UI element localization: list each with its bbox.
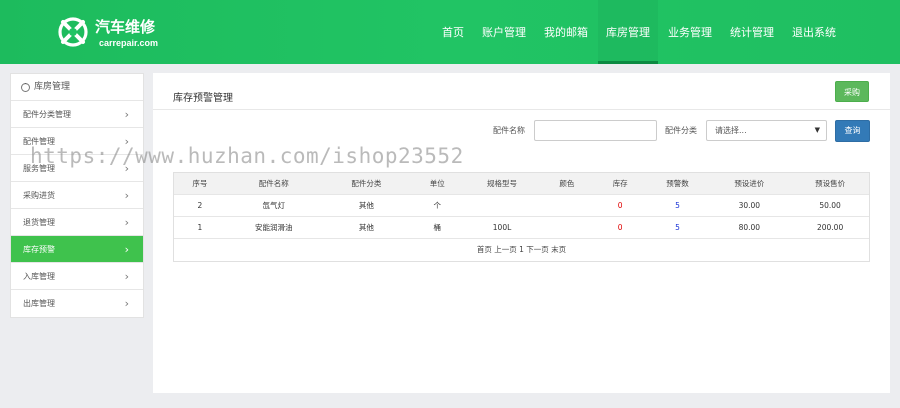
table-cell [541,217,593,238]
sidebar-item-stock-warning[interactable]: 库存预警 › [11,236,143,263]
table-cell: 个 [433,201,441,210]
chevron-right-icon: › [124,108,129,121]
part-category-label: 配件分类 [665,126,697,135]
column-header: 配件分类 [351,179,382,188]
logo-title: 汽车维修 [95,18,156,36]
sidebar-item-returns[interactable]: 退货管理 › [11,209,143,236]
table-cell: 1 [197,223,203,232]
table-cell: 其他 [358,201,374,210]
warning-count-cell: 5 [675,201,680,210]
column-header: 单位 [429,179,445,188]
purchase-button[interactable]: 采购 [835,81,869,102]
main-nav: 首页 账户管理 我的邮箱 库房管理 业务管理 统计管理 退出系统 [433,0,845,64]
divider [153,109,890,110]
sidebar-item-label: 采购进货 [23,191,55,200]
stock-warning-table: 序号 配件名称 配件分类 单位 规格型号 颜色 库存 预警数 预设进价 预设售价… [173,172,870,262]
sidebar-item-label: 入库管理 [23,272,55,281]
column-header: 配件名称 [258,179,289,188]
table-cell: 30.00 [738,201,761,210]
table-cell: 桶 [433,223,441,232]
sidebar-item-inbound[interactable]: 入库管理 › [11,263,143,290]
chevron-right-icon: › [124,270,129,283]
page-title: 库存预警管理 [173,93,233,104]
sidebar-item-purchase[interactable]: 采购进货 › [11,182,143,209]
select-value: 请选择... [715,126,747,135]
watermark: https://www.huzhan.com/ishop23552 [30,144,464,168]
sidebar-item-label: 配件分类管理 [23,110,71,119]
wrench-logo-icon [58,17,88,47]
nav-home[interactable]: 首页 [434,0,472,64]
table-row[interactable]: 1 安能润滑油 其他 桶 100L 0 5 80.00 200.00 [174,217,869,239]
sidebar-item-outbound[interactable]: 出库管理 › [11,290,143,317]
nav-logout[interactable]: 退出系统 [784,0,844,64]
sidebar-item-part-category[interactable]: 配件分类管理 › [11,101,143,128]
part-category-select[interactable]: 请选择... ▼ [706,120,827,141]
logo[interactable]: 汽车维修 carrepair.com [57,14,187,54]
table-cell: 氙气灯 [262,201,285,210]
chevron-right-icon: › [124,297,129,310]
stock-cell: 0 [617,223,623,232]
sidebar-item-label: 退货管理 [23,218,55,227]
column-header: 序号 [192,179,208,188]
caret-down-icon: ▼ [814,126,820,134]
part-name-label: 配件名称 [493,126,525,135]
sidebar-item-label: 库存预警 [23,245,55,254]
nav-mailbox[interactable]: 我的邮箱 [536,0,596,64]
query-button[interactable]: 查询 [835,120,870,142]
circle-chevron-icon: ˄ [21,82,30,92]
nav-statistics[interactable]: 统计管理 [722,0,782,64]
column-header: 预设进价 [734,179,765,188]
table-cell: 200.00 [816,223,844,232]
table-row[interactable]: 2 氙气灯 其他 个 0 5 30.00 50.00 [174,195,869,217]
table-cell: 50.00 [819,201,841,210]
part-name-input[interactable] [534,120,657,141]
table-cell: 100L [492,223,512,232]
table-cell [541,195,593,216]
warning-count-cell: 5 [675,223,680,232]
chevron-right-icon: › [124,189,129,202]
sidebar-title: 库房管理 [34,81,71,92]
sidebar: ˄ 库房管理 配件分类管理 › 配件管理 › 服务管理 › 采购进货 › 退货管… [10,73,144,318]
logo-subtitle: carrepair.com [99,38,159,48]
column-header: 预警数 [666,179,689,188]
stock-cell: 0 [617,201,623,210]
nav-business[interactable]: 业务管理 [660,0,720,64]
nav-account[interactable]: 账户管理 [474,0,534,64]
nav-warehouse[interactable]: 库房管理 [598,0,658,64]
table-cell: 安能润滑油 [254,223,293,232]
column-header: 颜色 [559,179,575,188]
main-panel: 库存预警管理 采购 配件名称 配件分类 请选择... ▼ 查询 序号 配件名称 … [153,73,890,393]
table-header-row: 序号 配件名称 配件分类 单位 规格型号 颜色 库存 预警数 预设进价 预设售价 [174,173,869,195]
column-header: 规格型号 [487,179,518,188]
sidebar-header: ˄ 库房管理 [11,74,143,101]
table-cell: 80.00 [738,223,761,232]
table-cell: 其他 [358,223,374,232]
chevron-right-icon: › [124,216,129,229]
column-header: 预设售价 [815,179,846,188]
table-cell: 2 [197,201,203,210]
top-header: 汽车维修 carrepair.com 首页 账户管理 我的邮箱 库房管理 业务管… [0,0,900,64]
column-header: 库存 [612,179,628,188]
table-cell [463,195,541,216]
sidebar-item-label: 出库管理 [23,299,55,308]
pagination[interactable]: 首页 上一页 1 下一页 末页 [174,239,869,261]
chevron-right-icon: › [124,243,129,256]
